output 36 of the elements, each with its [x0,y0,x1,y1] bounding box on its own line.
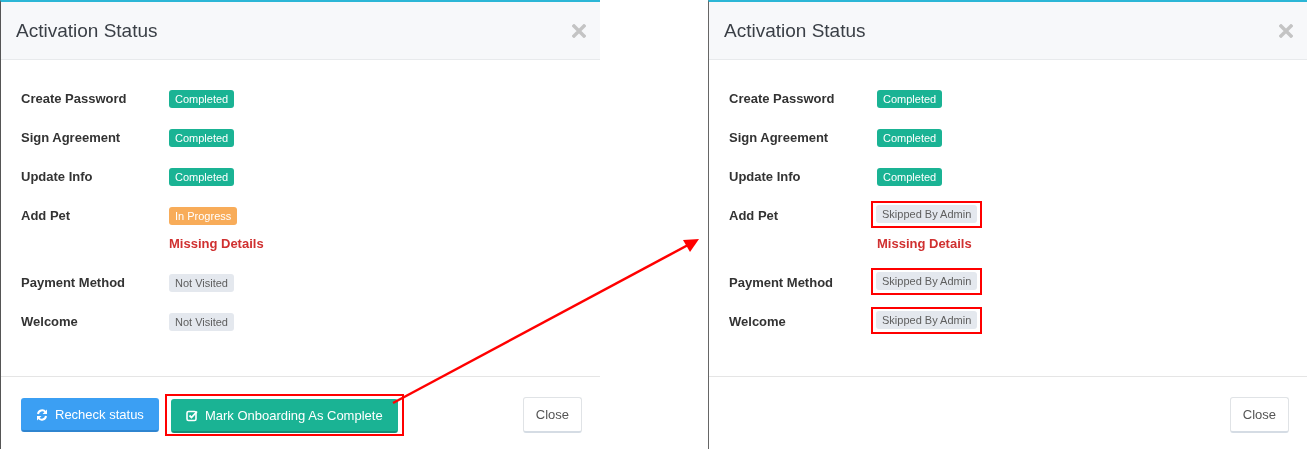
step-label: Create Password [729,90,836,108]
step-label: Add Pet [729,207,780,225]
step-label: Add Pet [21,207,72,225]
status-badge: Skipped By Admin [876,272,978,290]
status-badge: Completed [169,129,235,147]
step-label: Payment Method [729,274,834,292]
step-label: Welcome [729,313,787,331]
status-badge: Completed [169,168,235,186]
checkbox-icon [185,409,198,422]
close-button[interactable] [572,23,586,38]
status-badge: Completed [169,90,235,108]
refresh-icon [36,408,48,421]
step-label: Sign Agreement [21,129,122,147]
step-label: Welcome [21,313,79,331]
close-icon [1279,23,1293,38]
status-badge: Completed [877,129,943,147]
step-label: Sign Agreement [729,129,830,147]
status-badge: Skipped By Admin [876,205,978,223]
status-badge: Not Visited [169,313,234,331]
step-label: Create Password [21,90,128,108]
close-button[interactable] [1279,23,1293,38]
close-button[interactable]: Close [522,397,582,433]
status-badge: Not Visited [169,274,234,292]
status-badge: Completed [877,90,943,108]
step-label: Payment Method [21,274,126,292]
close-button[interactable]: Close [1229,397,1289,433]
status-badge: Completed [877,168,943,186]
step-label: Update Info [21,168,94,186]
warning-text: Missing Details [169,235,264,253]
close-icon [572,23,586,38]
status-badge: In Progress [169,207,238,225]
step-label: Update Info [729,168,802,186]
modal-title: Activation Status [724,19,866,42]
status-badge: Skipped By Admin [876,311,978,329]
warning-text: Missing Details [877,235,972,253]
modal-title: Activation Status [16,19,158,42]
